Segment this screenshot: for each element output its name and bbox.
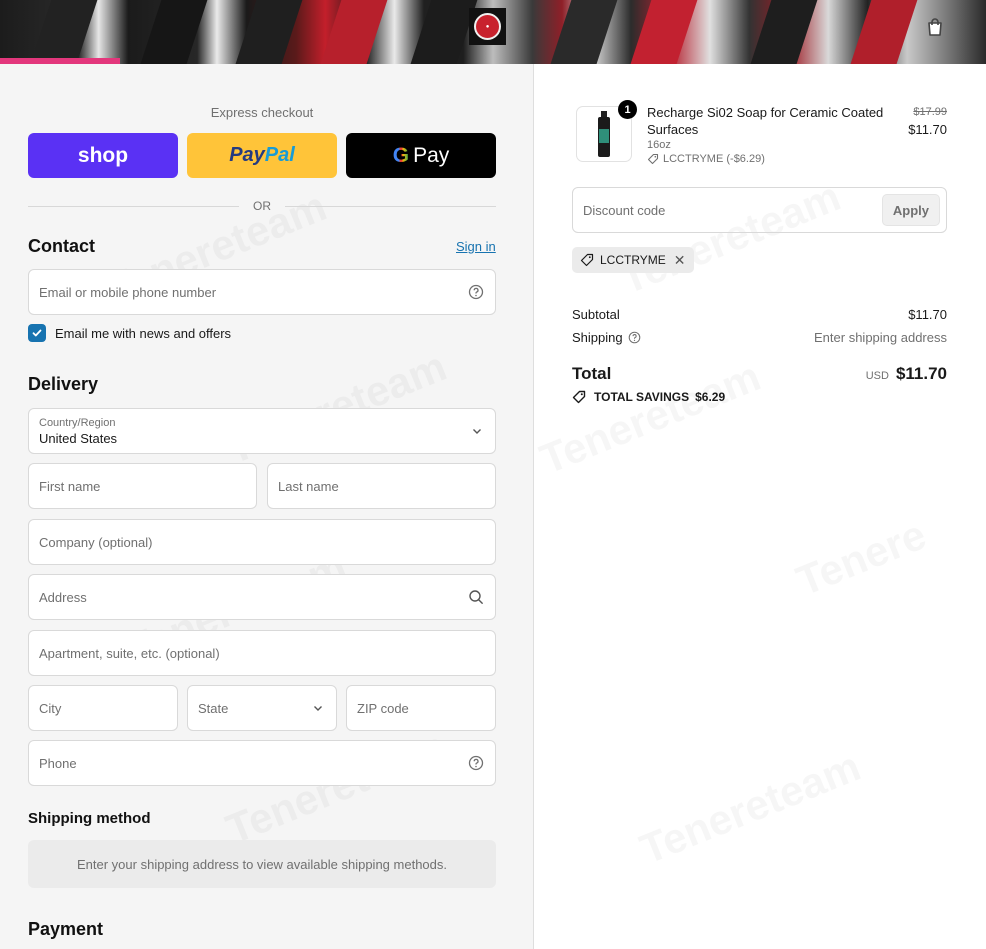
delivery-title: Delivery [28,374,99,394]
savings-label: TOTAL SAVINGS [594,390,690,404]
first-name-field[interactable]: First name [28,463,257,509]
phone-field[interactable]: Phone [28,740,496,786]
logo-emblem: ● [474,13,501,40]
city-placeholder: City [39,700,62,716]
discount-code-field[interactable]: Discount code Apply [572,187,947,233]
email-field[interactable]: Email or mobile phone number [28,269,496,315]
bottle-icon [598,111,610,157]
first-name-placeholder: First name [39,478,101,494]
last-name-placeholder: Last name [278,478,339,494]
currency-code: USD [865,370,889,382]
shop-pay-button[interactable]: shop [28,133,178,178]
paypal-button[interactable]: Pay Pal [187,133,337,178]
newsletter-label: Email me with news and offers [55,325,232,341]
contact-title: Contact [28,236,95,256]
remove-code-close-icon[interactable]: ✕ [674,252,686,269]
help-icon[interactable] [628,331,641,344]
shipping-label-row: Shipping [572,330,641,345]
chevron-down-icon [473,429,481,434]
tag-icon [580,253,594,267]
shipping-label: Shipping [572,330,623,345]
city-field[interactable]: City [28,685,178,731]
google-pay-label: Pay [413,143,450,167]
country-value: United States [39,430,118,446]
google-pay-button[interactable]: G Pay [346,133,496,178]
total-value: $11.70 [895,364,947,383]
paypal-label-pal: Pal [264,144,295,166]
express-checkout-label: Express checkout [210,105,314,120]
help-icon[interactable] [467,754,485,772]
quantity-badge: 1 [618,100,637,119]
product-discount-text: LCCTRYME (-$6.29) [663,153,765,165]
address-field[interactable]: Address [28,574,496,620]
apartment-placeholder: Apartment, suite, etc. (optional) [39,645,220,661]
company-field[interactable]: Company (optional) [28,519,496,565]
shopping-bag-icon[interactable] [922,14,948,40]
shipping-value: Enter shipping address [814,330,947,345]
company-placeholder: Company (optional) [39,534,153,550]
or-label: OR [253,199,271,213]
product-variant: 16oz [647,139,671,151]
total-value-group: USD $11.70 [866,364,947,384]
zip-placeholder: ZIP code [357,700,409,716]
total-label: Total [572,364,612,383]
sign-in-link[interactable]: Sign in [456,239,496,254]
tag-icon [647,153,659,165]
phone-placeholder: Phone [39,755,77,771]
product-discount: LCCTRYME (-$6.29) [647,153,765,165]
brand-logo-icon[interactable]: ● [469,8,506,45]
payment-title: Payment [28,919,104,939]
price-final: $11.70 [908,122,947,137]
newsletter-checkbox[interactable] [28,324,46,342]
paypal-label-pay: Pay [229,144,265,166]
applied-code-tag: LCCTRYME ✕ [572,247,694,273]
country-select[interactable]: Country/Region United States [28,408,496,454]
last-name-field[interactable]: Last name [267,463,496,509]
state-placeholder: State [198,700,229,716]
newsletter-checkbox-row[interactable]: Email me with news and offers [28,324,231,342]
state-select[interactable]: State [187,685,337,731]
checkout-form-panel: Tenereteam Tenereteam Tenereteam Teneret… [0,64,534,949]
discount-code-placeholder: Discount code [583,202,666,218]
tag-icon [572,390,586,404]
address-placeholder: Address [39,589,87,605]
applied-code-text: LCCTRYME [600,253,666,267]
google-g-icon: G [392,143,410,167]
savings-value: $6.29 [695,390,726,404]
shop-pay-label: shop [77,143,129,167]
apartment-field[interactable]: Apartment, suite, etc. (optional) [28,630,496,676]
help-icon[interactable] [467,283,485,301]
chevron-down-icon [314,706,322,711]
shipping-method-notice: Enter your shipping address to view avai… [28,840,496,888]
search-icon [467,588,485,606]
or-divider: OR [28,198,496,214]
subtotal-label: Subtotal [572,307,620,322]
apply-button[interactable]: Apply [881,194,940,226]
subtotal-value: $11.70 [908,307,947,322]
country-label: Country/Region [39,416,116,429]
order-summary-panel: Tenereteam Tenereteam Tenere Tenereteam … [534,64,986,949]
shipping-method-title: Shipping method [28,810,151,827]
email-placeholder: Email or mobile phone number [39,284,217,300]
product-name: Recharge Si02 Soap for Ceramic Coated Su… [647,105,884,137]
price-original: $17.99 [913,106,947,118]
shipping-method-message: Enter your shipping address to view avai… [77,856,447,872]
total-savings: TOTAL SAVINGS $6.29 [572,390,725,404]
zip-field[interactable]: ZIP code [346,685,496,731]
